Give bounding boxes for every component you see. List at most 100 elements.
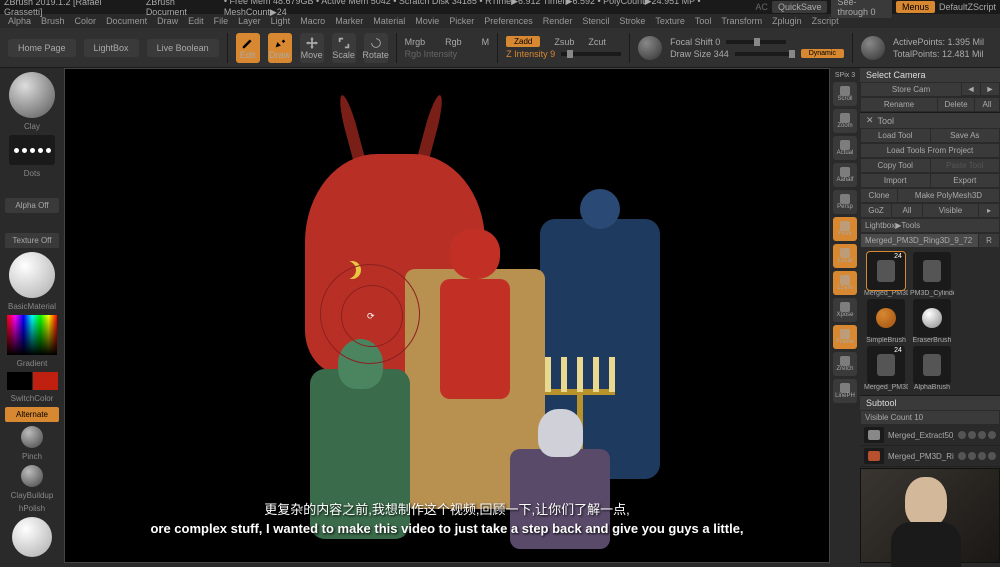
goz-all-button[interactable]: All [892, 204, 922, 217]
color-picker[interactable] [7, 315, 57, 355]
menu-stroke[interactable]: Stroke [615, 16, 649, 26]
menu-brush[interactable]: Brush [37, 16, 69, 26]
lsym-button[interactable]: LSym [833, 271, 857, 295]
goz-visible-button[interactable]: Visible [923, 204, 978, 217]
stroke-dots[interactable] [9, 135, 55, 165]
move-button[interactable]: Move [300, 33, 324, 63]
menu-draw[interactable]: Draw [153, 16, 182, 26]
menu-light[interactable]: Light [267, 16, 295, 26]
menu-edit[interactable]: Edit [184, 16, 208, 26]
gradient-label[interactable]: Gradient [17, 359, 48, 368]
menu-texture[interactable]: Texture [651, 16, 689, 26]
xpose-button[interactable]: Xpose [833, 298, 857, 322]
claybuildup-brush[interactable] [21, 465, 43, 487]
tool-thumb-2[interactable]: SimpleBrush [864, 299, 908, 344]
delete-cam-button[interactable]: Delete [938, 98, 974, 111]
menu-transform[interactable]: Transform [717, 16, 766, 26]
texture-off-button[interactable]: Texture Off [5, 233, 59, 248]
menu-zplugin[interactable]: Zplugin [768, 16, 806, 26]
mrgb-button[interactable]: Mrgb [405, 37, 426, 47]
pinch-brush[interactable] [21, 426, 43, 448]
menu-marker[interactable]: Marker [331, 16, 367, 26]
zcut-button[interactable]: Zcut [588, 37, 606, 47]
load-project-button[interactable]: Load Tools From Project [861, 144, 999, 157]
copy-tool-button[interactable]: Copy Tool [861, 159, 930, 172]
swatch-black[interactable] [7, 372, 32, 390]
prev-cam-button[interactable]: ◄ [962, 83, 980, 95]
export-button[interactable]: Export [931, 174, 1000, 187]
spix-label[interactable]: SPix 3 [835, 72, 855, 79]
zadd-button[interactable]: Zadd [506, 36, 540, 47]
menu-document[interactable]: Document [102, 16, 151, 26]
menu-render[interactable]: Render [539, 16, 577, 26]
subtool-row-0[interactable]: Merged_Extract50_01 [860, 425, 1000, 446]
actual-button[interactable]: Actual [833, 136, 857, 160]
quicksave-button[interactable]: QuickSave [772, 1, 828, 13]
menu-zscript[interactable]: Zscript [808, 16, 843, 26]
paste-tool-button[interactable]: Paste Tool [931, 159, 1000, 172]
local-button[interactable]: Local [833, 244, 857, 268]
viewport-canvas[interactable]: ⟳ 更复杂的内容之前,我想制作这个视频,回顾一下,让你们了解一点, ore co… [64, 68, 830, 563]
focal-shift-slider[interactable] [726, 40, 786, 44]
zretch-button[interactable]: Zretch [833, 352, 857, 376]
tool-thumb-0[interactable]: 24Merged_PM3D_F [864, 252, 908, 297]
menus-button[interactable]: Menus [896, 1, 935, 13]
tool-thumb-3[interactable]: EraserBrush [910, 299, 954, 344]
goz-button[interactable]: GoZ [861, 204, 891, 217]
menu-color[interactable]: Color [71, 16, 101, 26]
menu-material[interactable]: Material [369, 16, 409, 26]
draw-size-slider[interactable] [735, 52, 795, 56]
store-cam-button[interactable]: Store Cam [861, 83, 961, 96]
rgb-button[interactable]: Rgb [445, 37, 462, 47]
scale-button[interactable]: Scale [332, 33, 356, 63]
alternate-button[interactable]: Alternate [5, 407, 59, 422]
edit-button[interactable]: Edit [236, 33, 260, 63]
menu-tool[interactable]: Tool [691, 16, 716, 26]
dynamic-button[interactable]: Dynamic [801, 49, 844, 58]
material-sphere[interactable] [9, 252, 55, 298]
all-cam-button[interactable]: All [975, 98, 999, 111]
persp-button[interactable]: Persp [833, 190, 857, 214]
zsub-button[interactable]: Zsub [554, 37, 574, 47]
clone-button[interactable]: Clone [861, 189, 897, 202]
menu-movie[interactable]: Movie [411, 16, 443, 26]
tool-thumb-1[interactable]: PM3D_Cylinder3 [910, 252, 954, 297]
import-button[interactable]: Import [861, 174, 930, 187]
current-tool-name[interactable]: Merged_PM3D_Ring3D_9_72 [861, 234, 978, 247]
aahalf-button[interactable]: Aahalf [833, 163, 857, 187]
menu-alpha[interactable]: Alpha [4, 16, 35, 26]
draw-button[interactable]: Draw [268, 33, 292, 63]
tool-r-button[interactable]: R [979, 234, 999, 247]
scroll-button[interactable]: Scroll [833, 82, 857, 106]
menu-layer[interactable]: Layer [234, 16, 265, 26]
subtool-row-1[interactable]: Merged_PM3D_Ring3D_4 [860, 446, 1000, 467]
lineph-button[interactable]: LinePH [833, 379, 857, 403]
defaultzscript-label[interactable]: DefaultZScript [939, 2, 996, 12]
menu-macro[interactable]: Macro [296, 16, 329, 26]
brush-sphere[interactable] [9, 72, 55, 118]
menu-stencil[interactable]: Stencil [578, 16, 613, 26]
next-cam-button[interactable]: ► [981, 83, 999, 95]
switchcolor-button[interactable]: SwitchColor [11, 394, 54, 403]
rename-cam-button[interactable]: Rename [861, 98, 937, 111]
m-button[interactable]: M [482, 37, 490, 47]
goz-extra-button[interactable]: ▸ [979, 204, 999, 217]
frame-button[interactable]: Frame [833, 325, 857, 349]
menu-picker[interactable]: Picker [445, 16, 478, 26]
saveas-button[interactable]: Save As [931, 129, 1000, 142]
load-tool-button[interactable]: Load Tool [861, 129, 930, 142]
lightbox-button[interactable]: LightBox [84, 39, 139, 57]
z-intensity-label[interactable]: Z Intensity 9 [506, 49, 555, 59]
liveboolean-button[interactable]: Live Boolean [147, 39, 219, 57]
bottom-sphere[interactable] [12, 517, 52, 557]
makepolymesh-button[interactable]: Make PolyMesh3D [898, 189, 999, 202]
swatch-red[interactable] [33, 372, 58, 390]
floor-button[interactable]: Floor [833, 217, 857, 241]
menu-file[interactable]: File [210, 16, 233, 26]
tool-thumb-5[interactable]: AlphaBrush [910, 346, 954, 391]
homepage-button[interactable]: Home Page [8, 39, 76, 57]
tool-thumb-4[interactable]: 24Merged_PM3D_F [864, 346, 908, 391]
alpha-off-button[interactable]: Alpha Off [5, 198, 59, 213]
z-intensity-slider[interactable] [561, 52, 621, 56]
draw-size-label[interactable]: Draw Size 344 [670, 49, 729, 59]
